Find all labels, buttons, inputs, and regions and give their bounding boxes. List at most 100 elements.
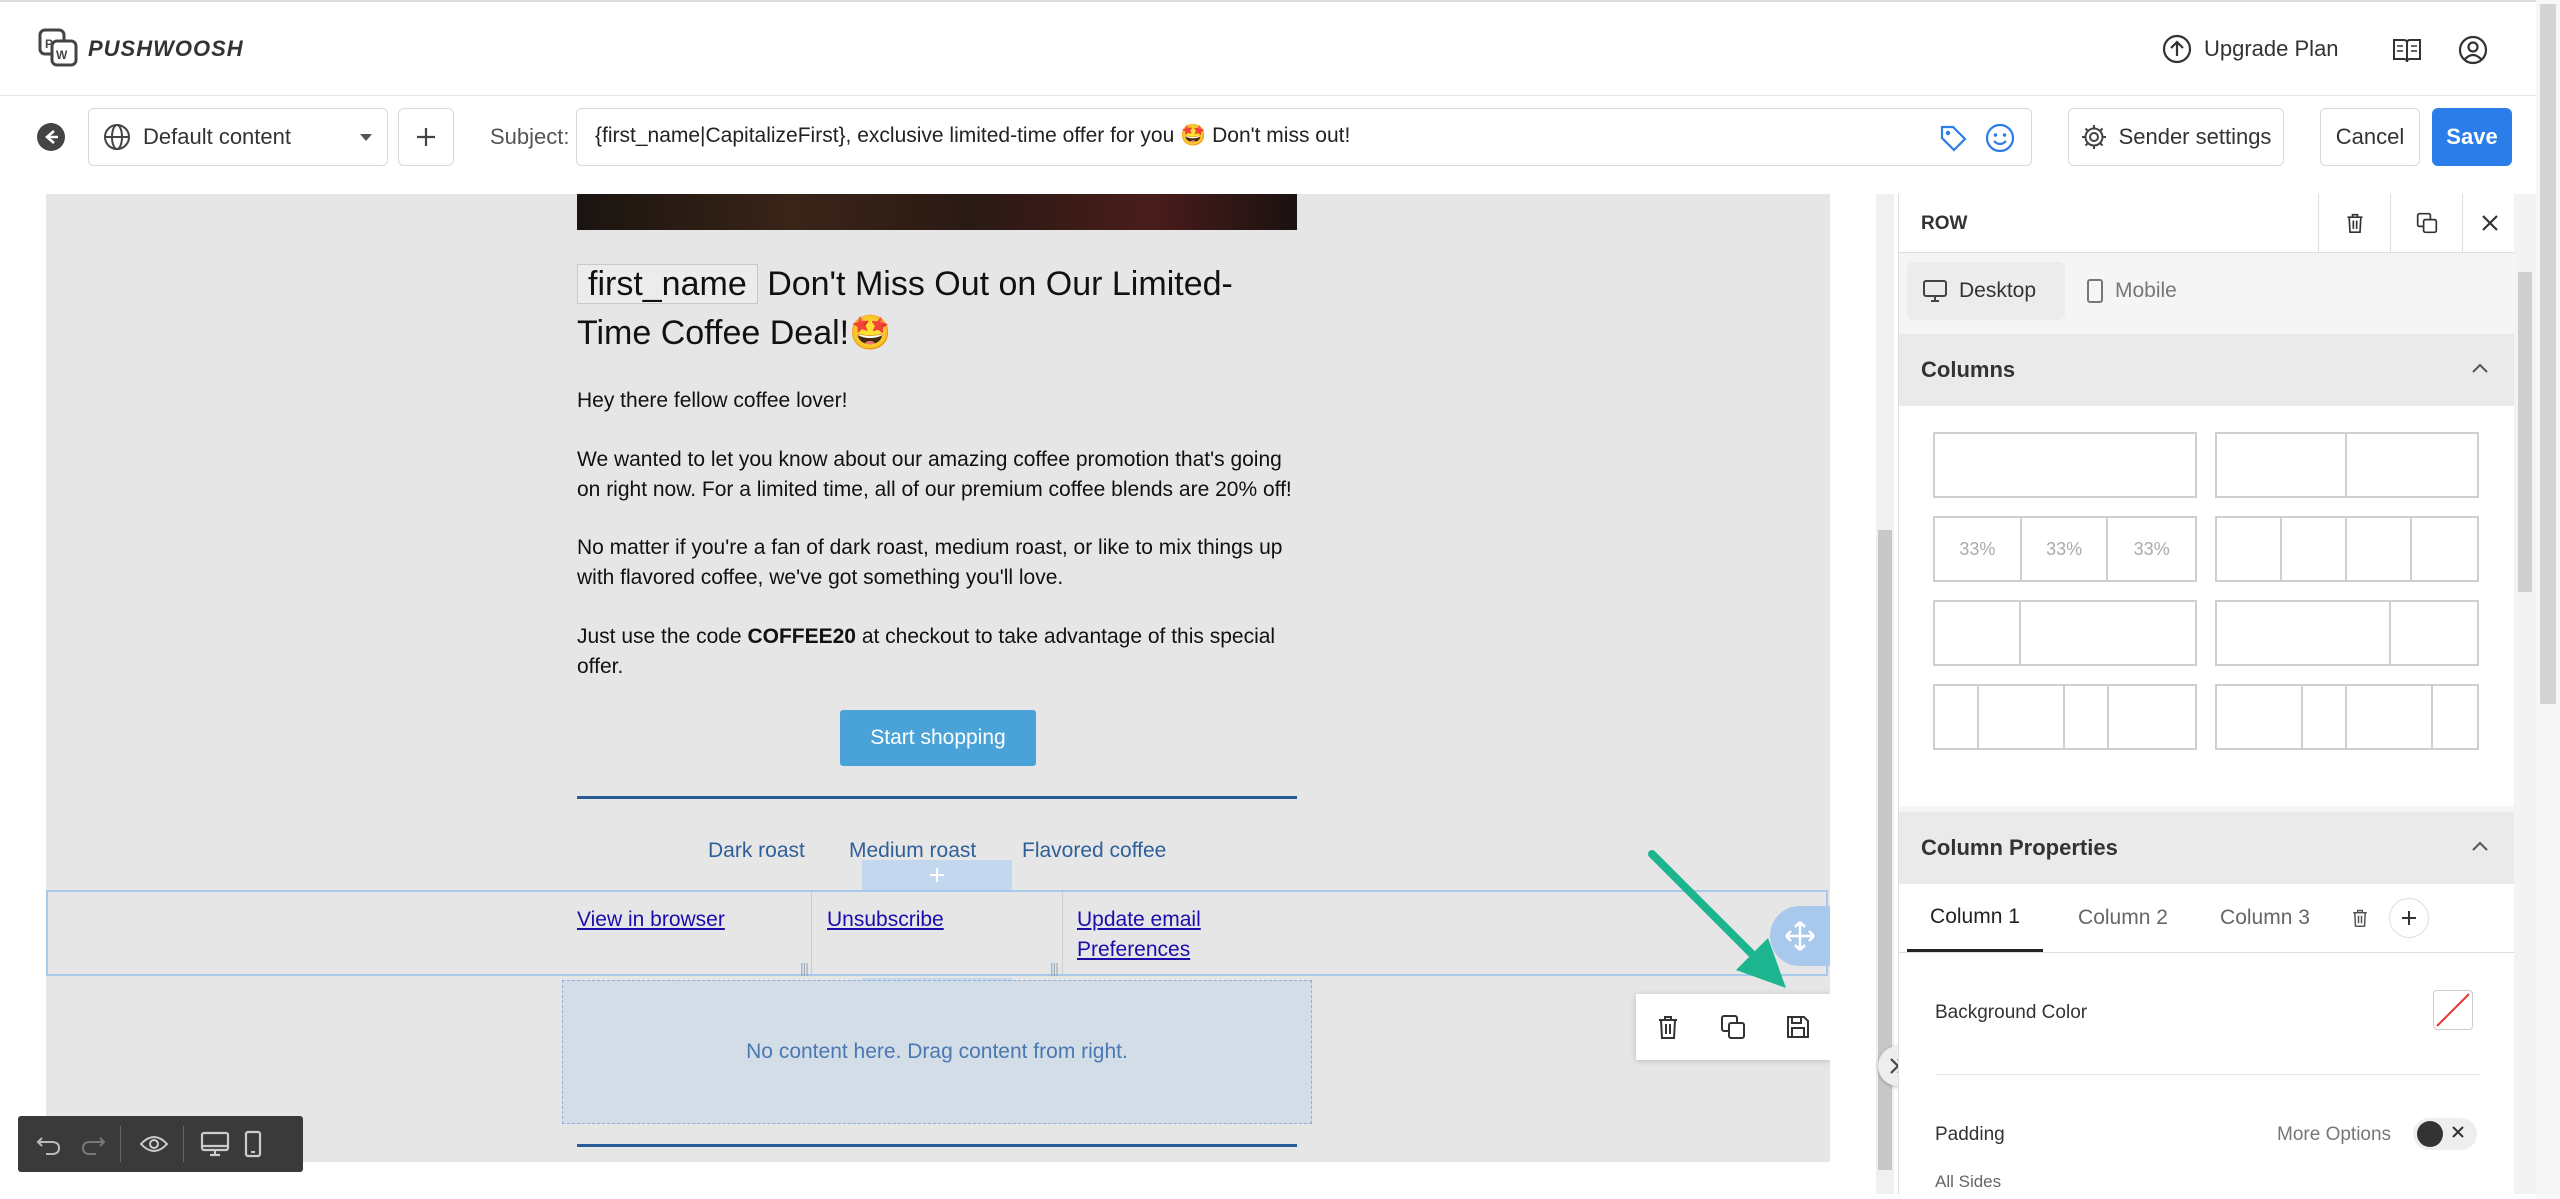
arrow-up-circle-icon <box>2162 34 2192 64</box>
mobile-preview-icon[interactable] <box>244 1130 262 1158</box>
trash-icon <box>2345 212 2365 234</box>
column-properties-body: Column 1 Column 2 Column 3 Background Co… <box>1899 884 2515 1194</box>
close-icon <box>2451 1125 2465 1139</box>
row-settings-panel: ROW Desktop Mobile Columns 33% 33% 33% C… <box>1898 194 2515 1194</box>
code-pre: Just use the code <box>577 625 748 648</box>
view-in-browser-link[interactable]: View in browser <box>577 905 725 935</box>
top-bar: PW PUSHWOOSH Upgrade Plan <box>0 0 2560 96</box>
panel-close-button[interactable] <box>2462 194 2515 252</box>
add-row-above-handle[interactable] <box>862 860 1012 890</box>
plus-icon <box>415 126 437 148</box>
layout-4-columns[interactable] <box>2215 516 2479 582</box>
tab-mobile[interactable]: Mobile <box>2087 262 2227 320</box>
columns-section-header[interactable]: Columns <box>1899 334 2515 406</box>
subject-value: {first_name|CapitalizeFirst}, exclusive … <box>595 124 1351 147</box>
more-options-toggle[interactable] <box>2413 1118 2477 1150</box>
layout-3-columns[interactable]: 33% 33% 33% <box>1933 516 2197 582</box>
subject-label: Subject: <box>490 124 570 149</box>
preview-eye-icon[interactable] <box>139 1134 169 1154</box>
nav-flavored-coffee[interactable]: Flavored coffee <box>1022 839 1166 863</box>
panel-duplicate-button[interactable] <box>2390 194 2463 252</box>
sender-settings-button[interactable]: Sender settings <box>2068 108 2284 166</box>
redo-icon[interactable] <box>80 1132 106 1156</box>
docs-book-icon[interactable] <box>2392 36 2422 64</box>
third-col-2: 33% <box>2022 518 2109 580</box>
paragraph-promo: We wanted to let you know about our amaz… <box>577 448 1292 501</box>
columns-layout-grid: 33% 33% 33% <box>1899 406 2515 806</box>
paragraph-roasts: No matter if you're a fan of dark roast,… <box>577 536 1283 589</box>
column-resize-handle[interactable]: ||| <box>800 960 809 976</box>
panel-scrollbar-thumb[interactable] <box>2518 272 2532 592</box>
tab-mobile-label: Mobile <box>2115 279 2177 302</box>
toolbar-divider <box>120 1126 121 1162</box>
tabs-divider <box>1899 952 2515 953</box>
layout-mixed-4-columns-alt[interactable] <box>2215 684 2479 750</box>
back-icon[interactable] <box>36 122 66 152</box>
layout-2-columns[interactable] <box>2215 432 2479 498</box>
chevron-up-icon <box>2471 362 2489 374</box>
layout-1-column[interactable] <box>1933 432 2197 498</box>
paragraph-code: Just use the code COFFEE20 at checkout t… <box>577 622 1307 682</box>
mobile-icon <box>2087 279 2103 303</box>
panel-delete-button[interactable] <box>2318 194 2391 252</box>
greeting-text: Hey there fellow coffee lover! <box>577 389 848 412</box>
duplicate-row-icon[interactable] <box>1720 1014 1746 1040</box>
nav-dark-roast[interactable]: Dark roast <box>708 839 805 863</box>
canvas-toolbar <box>18 1116 303 1172</box>
pushwoosh-logo-icon: PW <box>38 28 80 68</box>
editor-toolbar: Default content Subject: {first_name|Cap… <box>0 96 2560 192</box>
content-variant-value: Default content <box>143 124 291 149</box>
subject-input[interactable]: {first_name|CapitalizeFirst}, exclusive … <box>576 108 2032 166</box>
divider-top <box>577 796 1297 799</box>
toolbar-divider <box>183 1126 184 1162</box>
upgrade-plan-button[interactable]: Upgrade Plan <box>2162 34 2339 64</box>
update-preferences-link[interactable]: Update email Preferences <box>1077 905 1257 965</box>
desktop-preview-icon[interactable] <box>200 1131 230 1157</box>
content-variant-select[interactable]: Default content <box>88 108 388 166</box>
empty-row-dropzone[interactable]: No content here. Drag content from right… <box>562 980 1312 1124</box>
column-resize-handle[interactable]: ||| <box>1050 960 1059 976</box>
undo-icon[interactable] <box>36 1132 62 1156</box>
sender-settings-label: Sender settings <box>2118 124 2272 149</box>
background-color-swatch[interactable] <box>2433 990 2473 1030</box>
save-row-icon[interactable] <box>1786 1015 1810 1039</box>
add-column-button[interactable] <box>2389 898 2429 938</box>
gear-icon <box>2081 124 2107 150</box>
add-content-button[interactable] <box>398 108 454 166</box>
first-name-merge-tag[interactable]: first_name <box>577 264 758 304</box>
more-options-label: More Options <box>2277 1124 2392 1145</box>
delete-column-icon[interactable] <box>2351 908 2369 928</box>
delete-row-icon[interactable] <box>1656 1014 1680 1040</box>
layout-mixed-4-columns[interactable] <box>1933 684 2197 750</box>
tab-desktop-label: Desktop <box>1959 279 2037 302</box>
row-divider <box>1935 1074 2481 1075</box>
tab-column-1[interactable]: Column 1 <box>1907 884 2043 952</box>
layout-2-1-columns[interactable] <box>2215 600 2479 666</box>
svg-text:W: W <box>56 48 68 62</box>
column-separator <box>811 892 812 974</box>
svg-text:P: P <box>45 37 53 51</box>
layout-1-2-columns[interactable] <box>1933 600 2197 666</box>
tab-column-2[interactable]: Column 2 <box>2057 884 2189 952</box>
start-shopping-button[interactable]: Start shopping <box>840 710 1036 766</box>
plus-icon <box>2401 910 2417 926</box>
emoji-icon[interactable] <box>1985 123 2015 153</box>
unsubscribe-link[interactable]: Unsubscribe <box>827 905 944 935</box>
column-properties-header[interactable]: Column Properties <box>1899 812 2515 884</box>
close-icon <box>2481 214 2499 232</box>
promo-code: COFFEE20 <box>747 625 856 648</box>
all-sides-label: All Sides <box>1935 1172 2002 1191</box>
email-headline[interactable]: first_name Don't Miss Out on Our Limited… <box>577 260 1307 358</box>
user-account-icon[interactable] <box>2458 35 2488 65</box>
columns-title: Columns <box>1921 357 2016 382</box>
chevron-down-icon <box>359 133 373 143</box>
save-button[interactable]: Save <box>2432 108 2512 166</box>
desktop-icon <box>1923 280 1947 302</box>
tab-column-3[interactable]: Column 3 <box>2199 884 2331 952</box>
hero-image <box>577 194 1297 230</box>
window-scrollbar-thumb[interactable] <box>2540 4 2556 704</box>
tab-desktop[interactable]: Desktop <box>1907 262 2065 320</box>
tag-icon[interactable] <box>1939 124 1967 152</box>
cancel-button[interactable]: Cancel <box>2320 108 2420 166</box>
padding-label: Padding <box>1935 1124 2005 1145</box>
